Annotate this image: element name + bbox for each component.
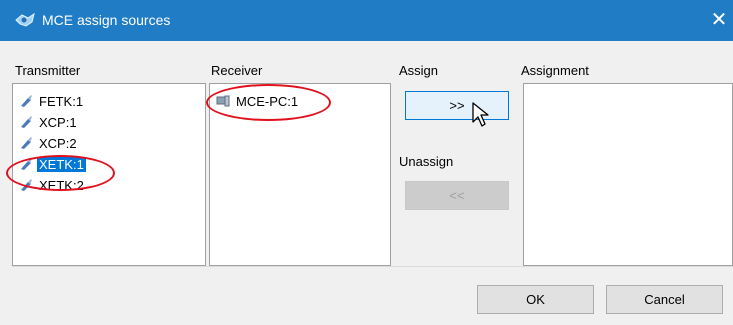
close-button[interactable]: ✕ (706, 7, 732, 33)
transmitter-label: FETK:1 (39, 93, 84, 109)
probe-icon (21, 95, 32, 107)
receiver-list[interactable]: MCE-PC:1 (209, 83, 391, 266)
close-icon: ✕ (710, 9, 728, 31)
assign-heading: Assign (399, 63, 439, 78)
dialog-body: Transmitter Receiver Assign Assignment F… (6, 41, 733, 325)
cancel-button-label: Cancel (644, 292, 685, 307)
transmitter-list[interactable]: FETK:1 XCP:1 XCP:2 XETK:1 XETK:2 (12, 83, 206, 266)
computer-icon (216, 95, 230, 107)
transmitter-label: XETK:2 (39, 177, 84, 193)
network-icon (15, 12, 35, 27)
window-title: MCE assign sources (42, 12, 171, 28)
list-item[interactable]: XCP:1 (19, 113, 79, 131)
receiver-label: MCE-PC:1 (236, 93, 299, 109)
probe-icon (21, 179, 32, 191)
receiver-heading: Receiver (211, 63, 263, 78)
title-bar: MCE assign sources ✕ (0, 0, 733, 41)
divider (12, 266, 733, 267)
transmitter-label: XCP:1 (39, 114, 77, 130)
list-item[interactable]: XETK:2 (19, 176, 86, 194)
mouse-pointer-icon (472, 102, 489, 127)
assign-button[interactable]: >> (405, 91, 509, 120)
list-item[interactable]: MCE-PC:1 (216, 92, 300, 110)
assignment-list[interactable] (523, 83, 733, 266)
transmitter-label: XCP:2 (39, 135, 77, 151)
assignment-heading: Assignment (521, 63, 589, 78)
probe-icon (21, 116, 32, 128)
unassign-button-label: << (449, 188, 465, 203)
transmitter-heading: Transmitter (15, 63, 81, 78)
unassign-heading: Unassign (399, 154, 454, 169)
probe-icon (21, 158, 32, 170)
ok-button[interactable]: OK (477, 285, 594, 314)
assign-button-label: >> (449, 98, 465, 113)
ok-button-label: OK (526, 292, 545, 307)
transmitter-label: XETK:1 (37, 156, 86, 172)
list-item-selected[interactable]: XETK:1 (19, 155, 86, 173)
unassign-button[interactable]: << (405, 181, 509, 210)
list-item[interactable]: FETK:1 (19, 92, 85, 110)
probe-icon (21, 137, 32, 149)
cancel-button[interactable]: Cancel (606, 285, 723, 314)
list-item[interactable]: XCP:2 (19, 134, 79, 152)
